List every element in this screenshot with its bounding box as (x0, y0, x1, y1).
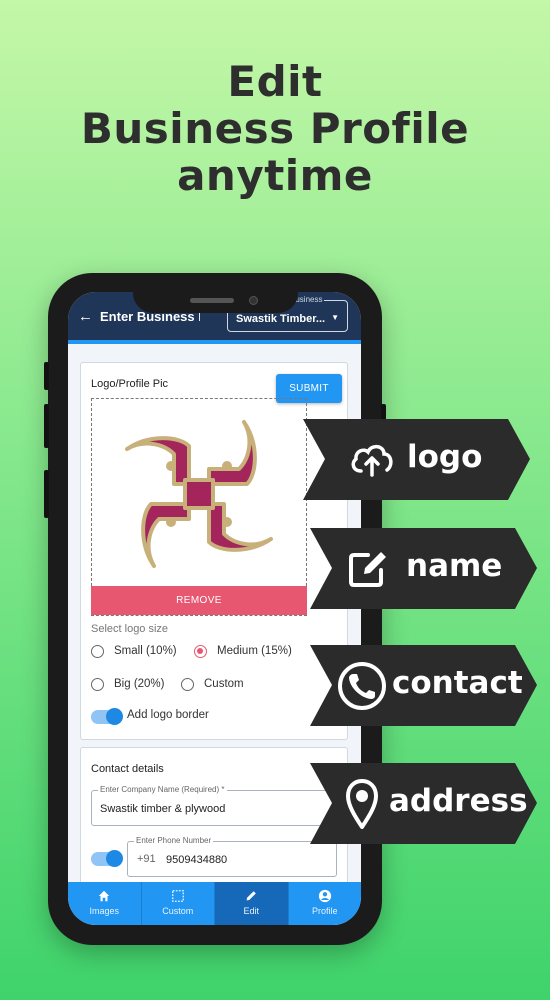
radio-big-label: Big (20%) (114, 678, 165, 690)
swastik-logo-image (125, 420, 273, 568)
headline-line-1: Edit (227, 57, 323, 106)
company-name-field[interactable]: Enter Company Name (Required) * Swastik … (91, 785, 337, 826)
home-icon (99, 890, 110, 902)
chevron-down-icon: ▼ (331, 313, 339, 322)
phone-circle-icon (338, 662, 386, 710)
feature-ribbon-contact: contact (310, 645, 537, 726)
feature-ribbon-address-label: address (389, 783, 528, 819)
radio-small[interactable] (91, 645, 104, 658)
feature-ribbon-name: name (310, 528, 537, 609)
nav-edit[interactable]: Edit (215, 882, 289, 925)
nav-images-label: Images (89, 906, 119, 916)
pencil-icon (246, 891, 257, 901)
company-name-label: Enter Company Name (Required) * (98, 785, 227, 794)
nav-profile[interactable]: Profile (289, 882, 362, 925)
person-icon (318, 889, 331, 903)
radio-custom[interactable] (181, 678, 194, 691)
feature-ribbon-name-label: name (406, 548, 503, 584)
location-pin-icon (346, 779, 378, 829)
nav-custom-label: Custom (162, 906, 194, 916)
logo-border-toggle-label: Add logo border (127, 709, 209, 721)
radio-medium-label: Medium (15%) (217, 645, 292, 657)
phone-number-field[interactable]: Enter Phone Number +91 9509434880 (127, 836, 337, 877)
phone-side-button (44, 470, 49, 518)
feature-ribbon-logo: logo (303, 419, 530, 500)
nav-custom[interactable]: Custom (142, 882, 215, 925)
phone-camera (249, 296, 258, 305)
promo-headline: Edit Business Profile anytime (0, 58, 550, 199)
radio-medium[interactable] (194, 645, 207, 658)
bottom-navigation: Images Custom Edit Profile (68, 882, 361, 925)
nav-images[interactable]: Images (68, 882, 142, 925)
phone-number-value: 9509434880 (166, 854, 228, 866)
back-arrow-icon[interactable]: ← (78, 308, 93, 325)
logo-preview[interactable] (91, 398, 307, 616)
phone-number-label: Enter Phone Number (134, 836, 214, 845)
feature-ribbon-logo-label: logo (407, 439, 483, 475)
phone-side-button (44, 362, 49, 390)
custom-frame-icon (171, 890, 184, 902)
remove-logo-button[interactable]: REMOVE (91, 586, 307, 615)
business-select-value: Swastik Timber... (236, 313, 326, 325)
phone-side-button (44, 404, 49, 448)
feature-ribbon-address: address (310, 763, 537, 844)
cloud-upload-icon (351, 444, 393, 477)
nav-profile-label: Profile (311, 906, 338, 916)
feature-ribbon-contact-label: contact (392, 665, 523, 701)
edit-square-icon (349, 552, 386, 587)
logo-card-title: Logo/Profile Pic (91, 378, 169, 390)
nav-edit-label: Edit (243, 906, 259, 916)
phone-speaker (190, 298, 234, 303)
phone-visibility-toggle[interactable] (91, 850, 123, 867)
headline-line-3: anytime (177, 151, 373, 201)
headline-line-2: Business Profile (80, 104, 470, 154)
radio-small-label: Small (10%) (114, 645, 177, 657)
contact-card-title: Contact details (91, 763, 164, 775)
phone-prefix: +91 (137, 853, 156, 865)
logo-size-label: Select logo size (91, 623, 169, 635)
app-bar-accent-line (68, 340, 361, 344)
radio-custom-label: Custom (204, 678, 244, 690)
company-name-value: Swastik timber & plywood (100, 803, 226, 815)
radio-big[interactable] (91, 678, 104, 691)
logo-border-toggle[interactable] (91, 708, 123, 725)
